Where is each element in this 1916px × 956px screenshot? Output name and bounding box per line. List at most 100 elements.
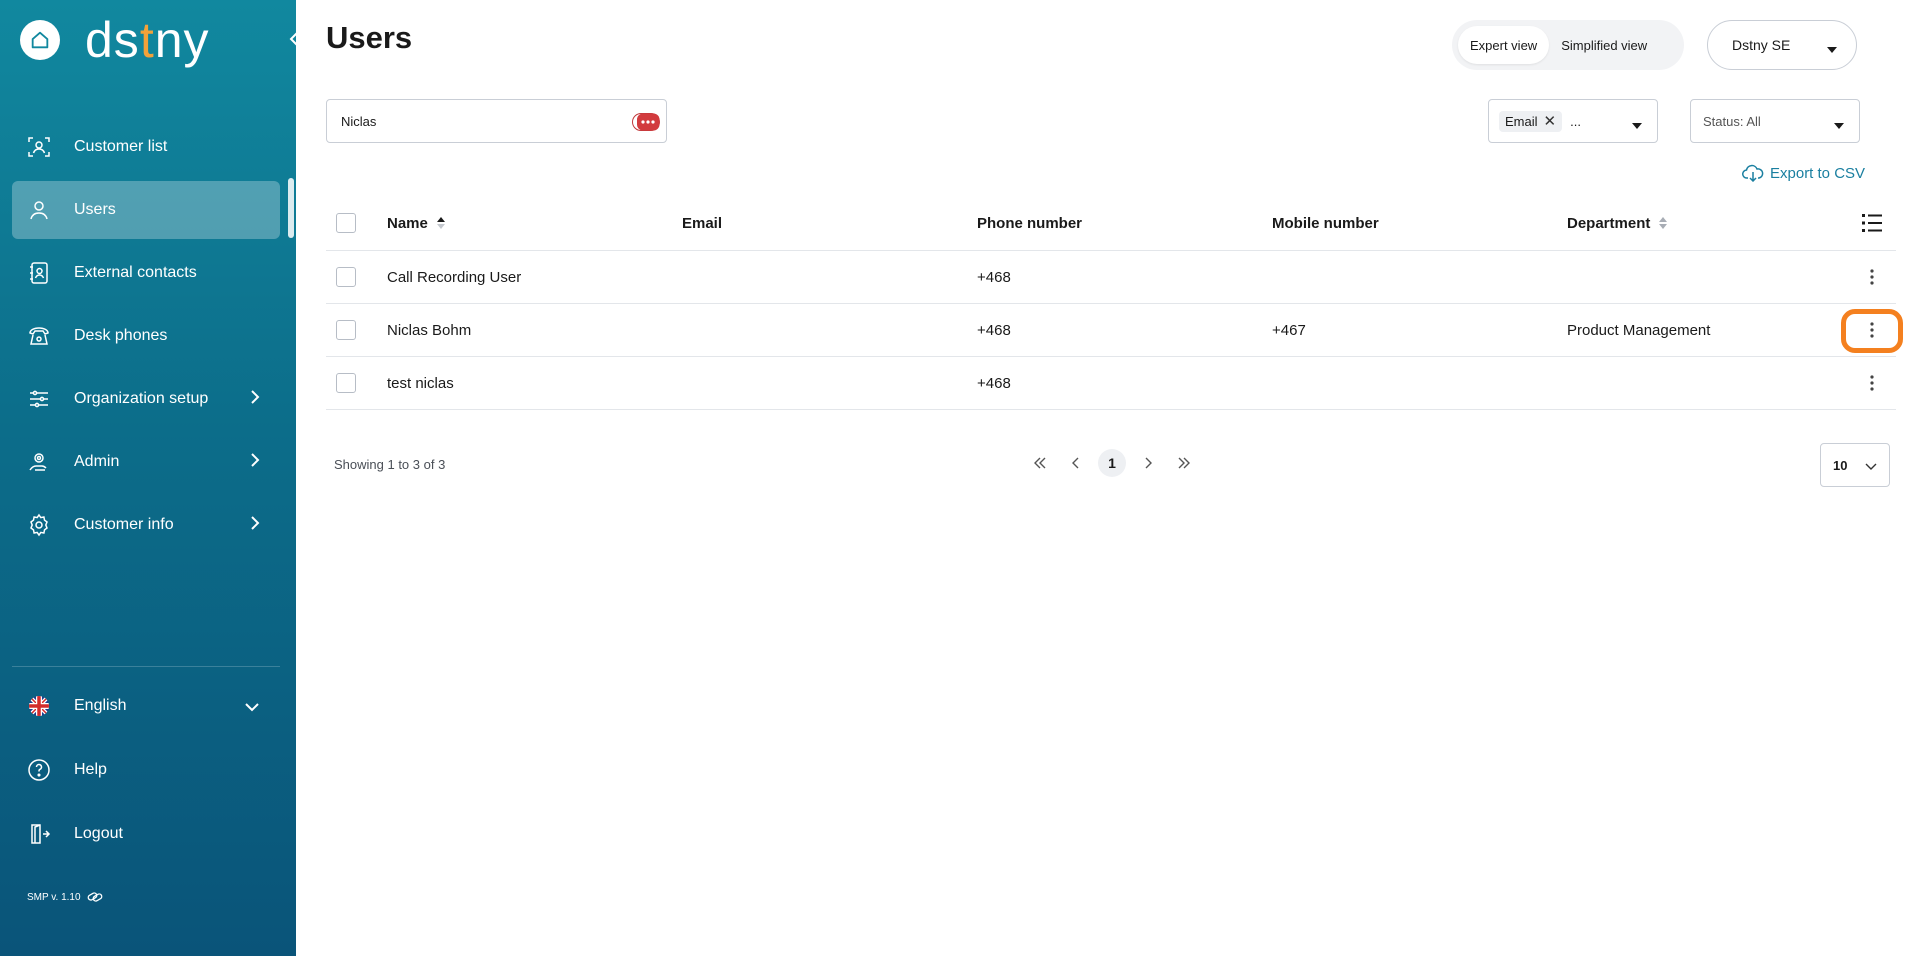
sidebar-item-organization-setup[interactable]: Organization setup bbox=[12, 370, 280, 428]
more-filters-indicator: ... bbox=[1570, 113, 1581, 129]
admin-icon bbox=[26, 449, 52, 475]
sliders-icon bbox=[26, 386, 52, 412]
email-chip-label: Email bbox=[1505, 113, 1538, 129]
table-header-row: Name Email Phone number Mobile number De… bbox=[326, 196, 1896, 251]
customer-list-icon bbox=[26, 134, 52, 160]
logout-icon bbox=[26, 821, 52, 847]
logout-label: Logout bbox=[74, 825, 123, 842]
first-page-button[interactable] bbox=[1026, 449, 1054, 477]
next-page-button[interactable] bbox=[1134, 449, 1162, 477]
gear-icon bbox=[26, 512, 52, 538]
email-filter-chip: Email ✕ bbox=[1499, 110, 1563, 132]
page-size-value: 10 bbox=[1833, 457, 1848, 473]
column-header-department[interactable]: Department bbox=[1567, 196, 1668, 250]
double-chevron-right-icon bbox=[1178, 457, 1190, 469]
column-list-icon bbox=[1862, 214, 1882, 232]
language-selector[interactable]: English bbox=[12, 676, 280, 736]
contacts-book-icon bbox=[26, 260, 52, 286]
export-csv-label: Export to CSV bbox=[1770, 164, 1866, 182]
pagination: 1 bbox=[1026, 449, 1198, 477]
home-button[interactable] bbox=[20, 20, 60, 60]
user-phone: +468 bbox=[977, 268, 1011, 286]
table-row[interactable]: test niclas +468 bbox=[326, 357, 1896, 410]
sidebar-item-label: Desk phones bbox=[74, 327, 168, 344]
remove-chip-icon[interactable]: ✕ bbox=[1544, 114, 1557, 129]
sidebar-item-customer-list[interactable]: Customer list bbox=[12, 118, 280, 176]
user-name: Niclas Bohm bbox=[387, 321, 472, 339]
home-icon bbox=[31, 31, 49, 49]
chevron-down-icon bbox=[244, 699, 260, 717]
page-title: Users bbox=[326, 20, 413, 55]
sidebar-item-desk-phones[interactable]: Desk phones bbox=[12, 307, 280, 365]
sidebar-item-users[interactable]: Users bbox=[12, 181, 280, 239]
desk-phone-icon bbox=[26, 323, 52, 349]
sidebar-item-label: Users bbox=[74, 201, 116, 218]
sidebar-nav: Customer list Users External contacts De… bbox=[12, 118, 280, 559]
user-phone: +468 bbox=[977, 321, 1011, 339]
caret-down-icon bbox=[1826, 41, 1838, 57]
sidebar: dstny Customer list Users External conta… bbox=[0, 0, 298, 956]
sidebar-divider bbox=[12, 666, 280, 667]
sidebar-item-label: Organization setup bbox=[74, 390, 209, 407]
sidebar-item-admin[interactable]: Admin bbox=[12, 433, 280, 491]
help-icon bbox=[26, 757, 52, 783]
page-button-current[interactable]: 1 bbox=[1098, 449, 1126, 477]
cloud-download-icon bbox=[1742, 164, 1764, 182]
caret-down-icon bbox=[1631, 118, 1643, 133]
page-size-select[interactable]: 10 bbox=[1820, 443, 1890, 487]
row-checkbox[interactable] bbox=[336, 373, 356, 393]
dstny-logo: dstny bbox=[85, 12, 210, 68]
version-info: SMP v. 1.10 bbox=[27, 890, 103, 904]
column-header-mobile: Mobile number bbox=[1272, 214, 1379, 232]
table-row[interactable]: Niclas Bohm +468 +467 Product Management bbox=[326, 304, 1903, 357]
search-input-value: Niclas bbox=[341, 113, 377, 129]
export-csv-button[interactable]: Export to CSV bbox=[1742, 164, 1865, 182]
column-header-name[interactable]: Name bbox=[387, 196, 446, 250]
password-manager-icon[interactable] bbox=[632, 113, 660, 131]
sidebar-bottom-nav: English Help Logout bbox=[12, 676, 280, 868]
kebab-menu-icon bbox=[1870, 375, 1874, 391]
last-page-button[interactable] bbox=[1170, 449, 1198, 477]
users-table: Name Email Phone number Mobile number De… bbox=[326, 196, 1903, 410]
help-link[interactable]: Help bbox=[12, 740, 280, 800]
row-actions-button[interactable] bbox=[1860, 318, 1884, 342]
search-input[interactable]: Niclas bbox=[326, 99, 667, 143]
status-filter-value: Status: All bbox=[1703, 113, 1761, 129]
table-row[interactable]: Call Recording User +468 bbox=[326, 251, 1896, 304]
row-actions-button[interactable] bbox=[1860, 265, 1884, 289]
user-name: test niclas bbox=[387, 374, 454, 392]
column-header-phone: Phone number bbox=[977, 214, 1083, 232]
user-icon bbox=[26, 197, 52, 223]
user-phone: +468 bbox=[977, 374, 1011, 392]
column-settings-button[interactable] bbox=[1860, 196, 1884, 250]
chevron-right-icon bbox=[250, 452, 260, 473]
version-label: SMP v. 1.10 bbox=[27, 891, 81, 903]
sidebar-item-customer-info[interactable]: Customer info bbox=[12, 496, 280, 554]
logout-button[interactable]: Logout bbox=[12, 804, 280, 864]
row-checkbox[interactable] bbox=[336, 267, 356, 287]
expert-view-button[interactable]: Expert view bbox=[1458, 26, 1550, 64]
user-name: Call Recording User bbox=[387, 268, 522, 286]
row-actions-button[interactable] bbox=[1860, 371, 1884, 395]
simplified-view-button[interactable]: Simplified view bbox=[1549, 26, 1659, 64]
organization-select-value: Dstny SE bbox=[1732, 37, 1791, 53]
row-checkbox[interactable] bbox=[336, 320, 356, 340]
double-chevron-left-icon bbox=[1034, 457, 1046, 469]
kebab-menu-icon bbox=[1870, 269, 1874, 285]
status-filter-select[interactable]: Status: All bbox=[1690, 99, 1860, 143]
sidebar-item-external-contacts[interactable]: External contacts bbox=[12, 244, 280, 302]
sort-ascending-icon bbox=[436, 217, 445, 229]
chevron-left-icon bbox=[1072, 457, 1079, 469]
help-label: Help bbox=[74, 761, 107, 778]
uk-flag-icon bbox=[26, 693, 52, 719]
sidebar-item-label: Customer list bbox=[74, 138, 168, 155]
select-all-checkbox[interactable] bbox=[336, 213, 356, 233]
chevron-right-icon bbox=[1145, 457, 1152, 469]
chevron-down-icon bbox=[1865, 459, 1877, 474]
pagination-summary: Showing 1 to 3 of 3 bbox=[334, 457, 446, 472]
email-filter-select[interactable]: Email ✕ ... bbox=[1488, 99, 1658, 143]
sidebar-item-label: External contacts bbox=[74, 264, 197, 281]
caret-down-icon bbox=[1833, 118, 1845, 133]
organization-select[interactable]: Dstny SE bbox=[1707, 20, 1857, 70]
previous-page-button[interactable] bbox=[1062, 449, 1090, 477]
